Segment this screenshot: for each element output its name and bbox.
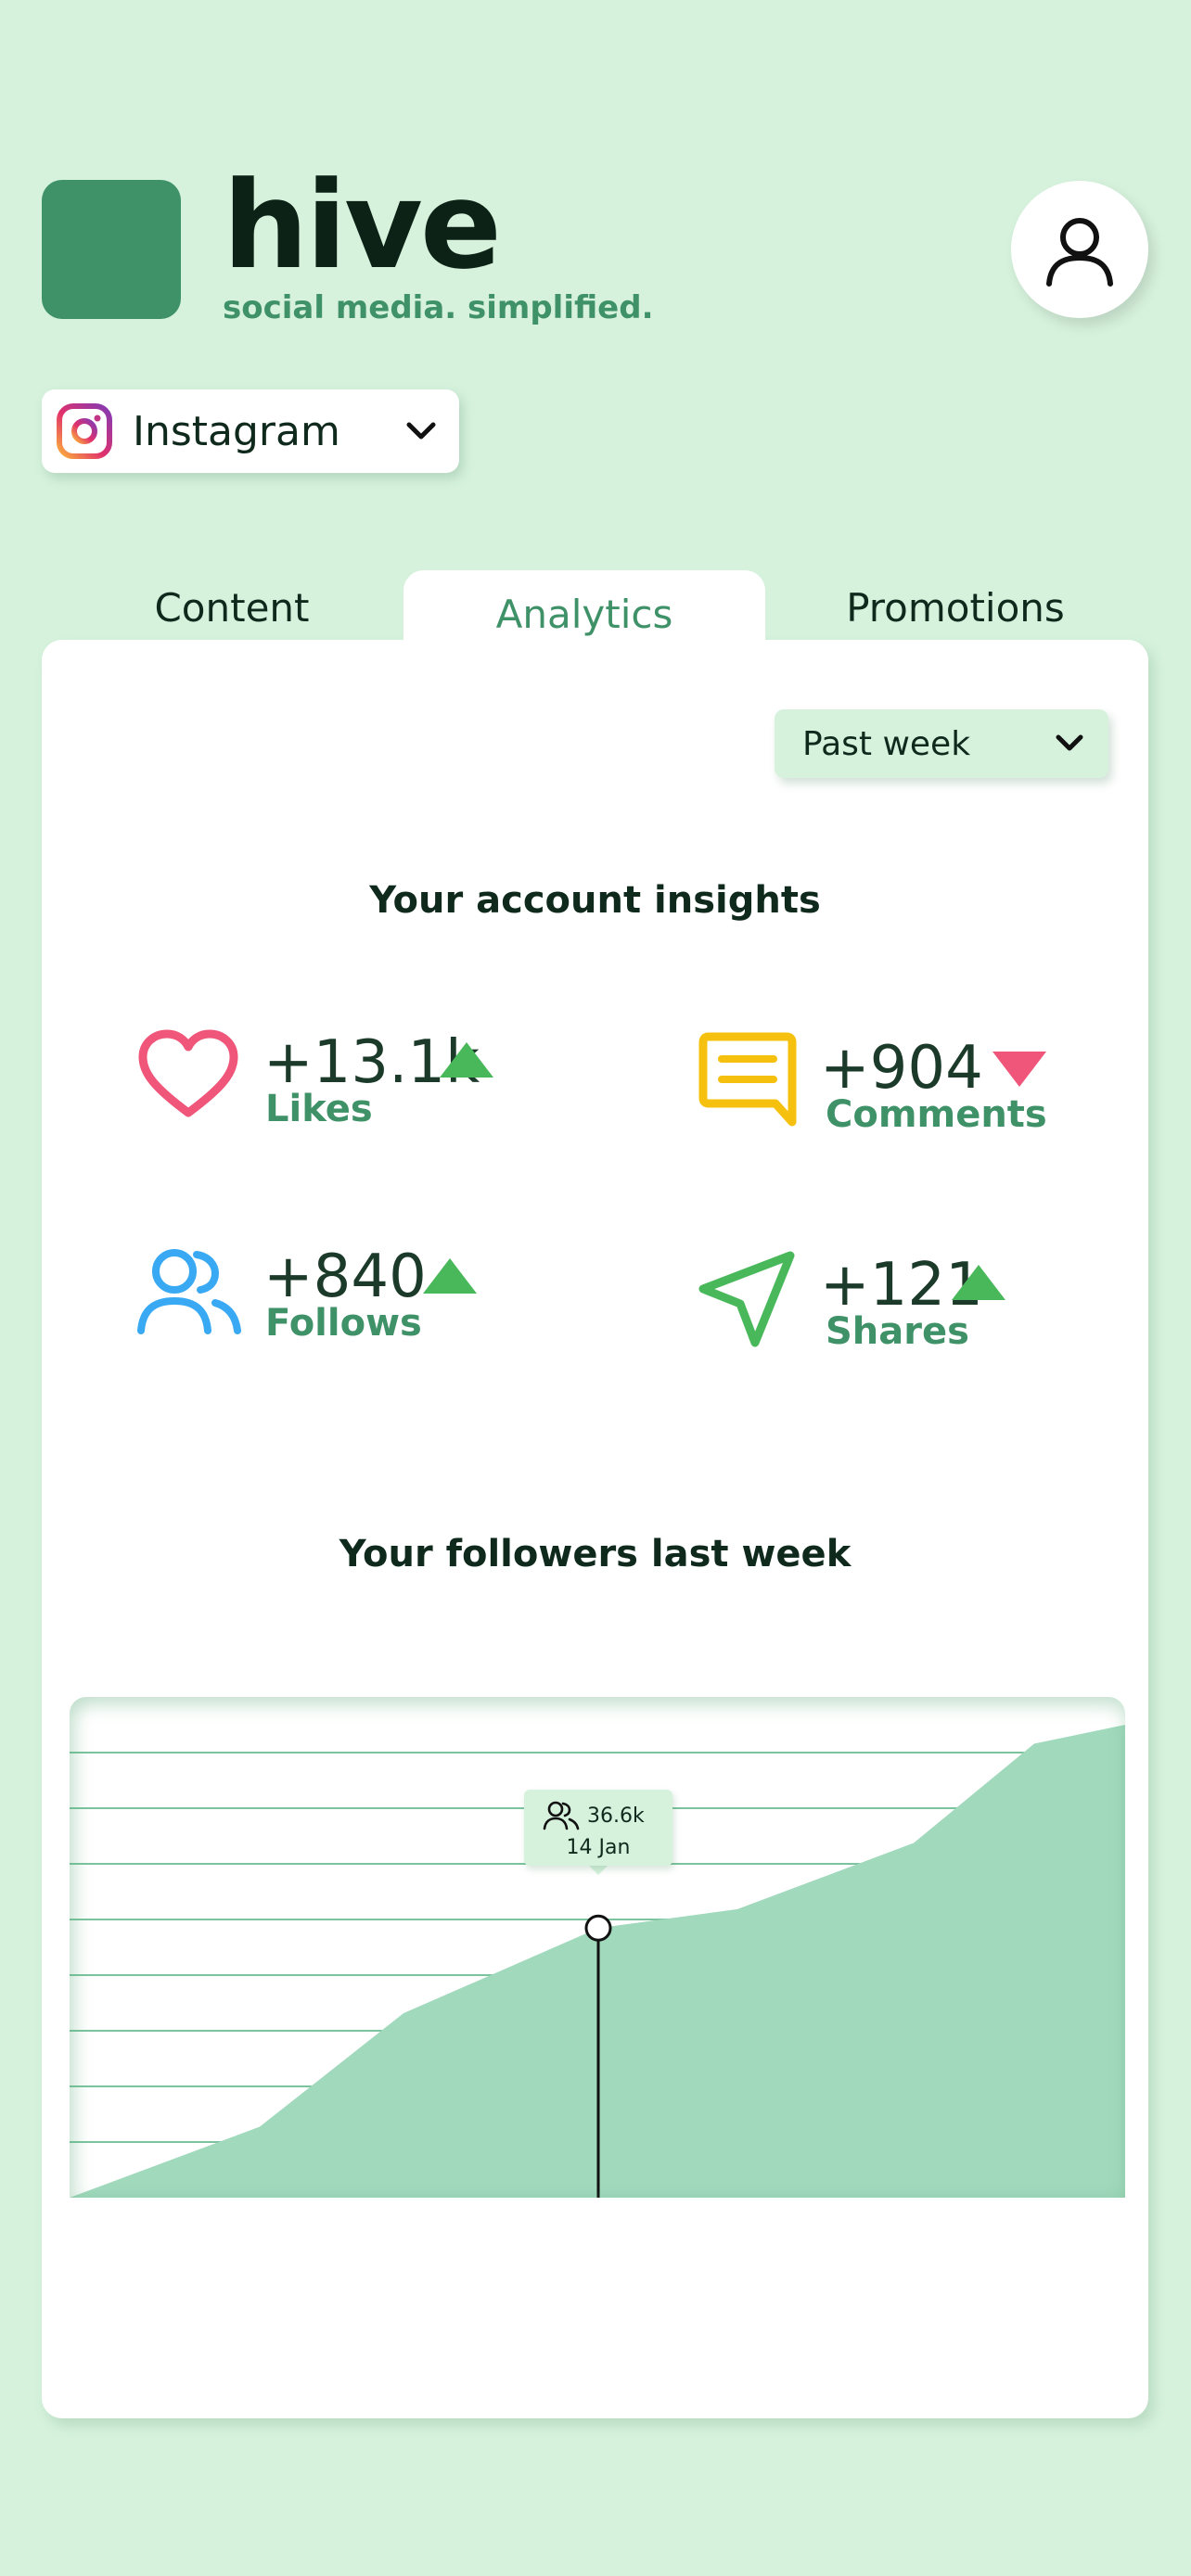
insights-title: Your account insights bbox=[369, 879, 821, 922]
period-select-label: Past week bbox=[802, 724, 971, 763]
users-icon bbox=[543, 1801, 580, 1830]
trend-up-icon bbox=[952, 1265, 1005, 1300]
trend-up-icon bbox=[440, 1042, 493, 1078]
instagram-icon bbox=[57, 403, 112, 459]
chevron-down-icon bbox=[1056, 734, 1083, 751]
period-select[interactable]: Past week bbox=[775, 709, 1108, 778]
brand-name: hive bbox=[223, 155, 502, 296]
stat-value: +840 bbox=[263, 1243, 427, 1311]
trend-up-icon bbox=[423, 1258, 477, 1294]
comment-icon bbox=[698, 1032, 797, 1127]
platform-select-label: Instagram bbox=[133, 407, 340, 455]
chart-frame bbox=[70, 1697, 1125, 2198]
heart-icon bbox=[138, 1029, 238, 1117]
stat-label: Comments bbox=[826, 1093, 1047, 1136]
tooltip-value: 36.6k bbox=[587, 1804, 645, 1828]
users-icon bbox=[137, 1249, 241, 1334]
app-logo bbox=[42, 180, 181, 319]
followers-chart: 36.6k 14 Jan bbox=[70, 1697, 1125, 2198]
tab-analytics[interactable]: Analytics bbox=[403, 570, 765, 658]
stat-label: Likes bbox=[265, 1088, 373, 1130]
stat-label: Shares bbox=[826, 1310, 969, 1353]
chevron-down-icon bbox=[406, 422, 436, 440]
trend-down-icon bbox=[992, 1052, 1046, 1087]
profile-button[interactable] bbox=[1011, 181, 1148, 318]
stat-value: +904 bbox=[820, 1034, 983, 1103]
platform-select[interactable]: Instagram bbox=[42, 389, 459, 473]
chart-tooltip: 36.6k 14 Jan bbox=[524, 1790, 672, 1866]
stat-label: Follows bbox=[265, 1302, 422, 1345]
tooltip-date: 14 Jan bbox=[566, 1836, 631, 1859]
brand-tagline: social media. simplified. bbox=[223, 289, 654, 326]
followers-chart-title: Your followers last week bbox=[339, 1533, 852, 1575]
tab-promotions[interactable]: Promotions bbox=[807, 570, 1104, 644]
send-icon bbox=[698, 1251, 795, 1347]
user-icon bbox=[1046, 218, 1113, 287]
tab-content[interactable]: Content bbox=[88, 570, 376, 644]
